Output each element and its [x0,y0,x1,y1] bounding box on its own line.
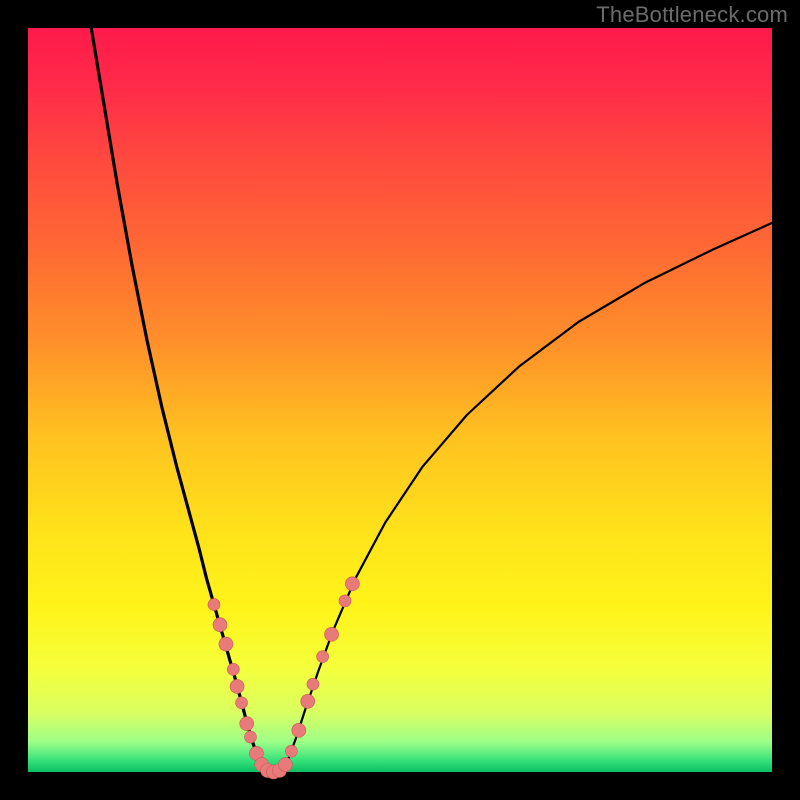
data-marker [345,577,359,591]
data-marker [292,723,306,737]
data-marker [325,627,339,641]
data-marker [278,758,292,772]
data-marker [230,679,244,693]
data-marker [213,618,227,632]
chart-svg [0,0,800,800]
data-marker [240,717,254,731]
data-marker [219,637,233,651]
data-marker [208,599,220,611]
chart-line [283,223,772,770]
data-marker [244,731,256,743]
data-marker [301,694,315,708]
data-marker [227,663,239,675]
data-marker [285,745,297,757]
data-marker [339,595,351,607]
data-marker [236,697,248,709]
data-marker [307,678,319,690]
chart-line [91,28,264,770]
chart-frame: TheBottleneck.com [0,0,800,800]
data-marker [317,651,329,663]
